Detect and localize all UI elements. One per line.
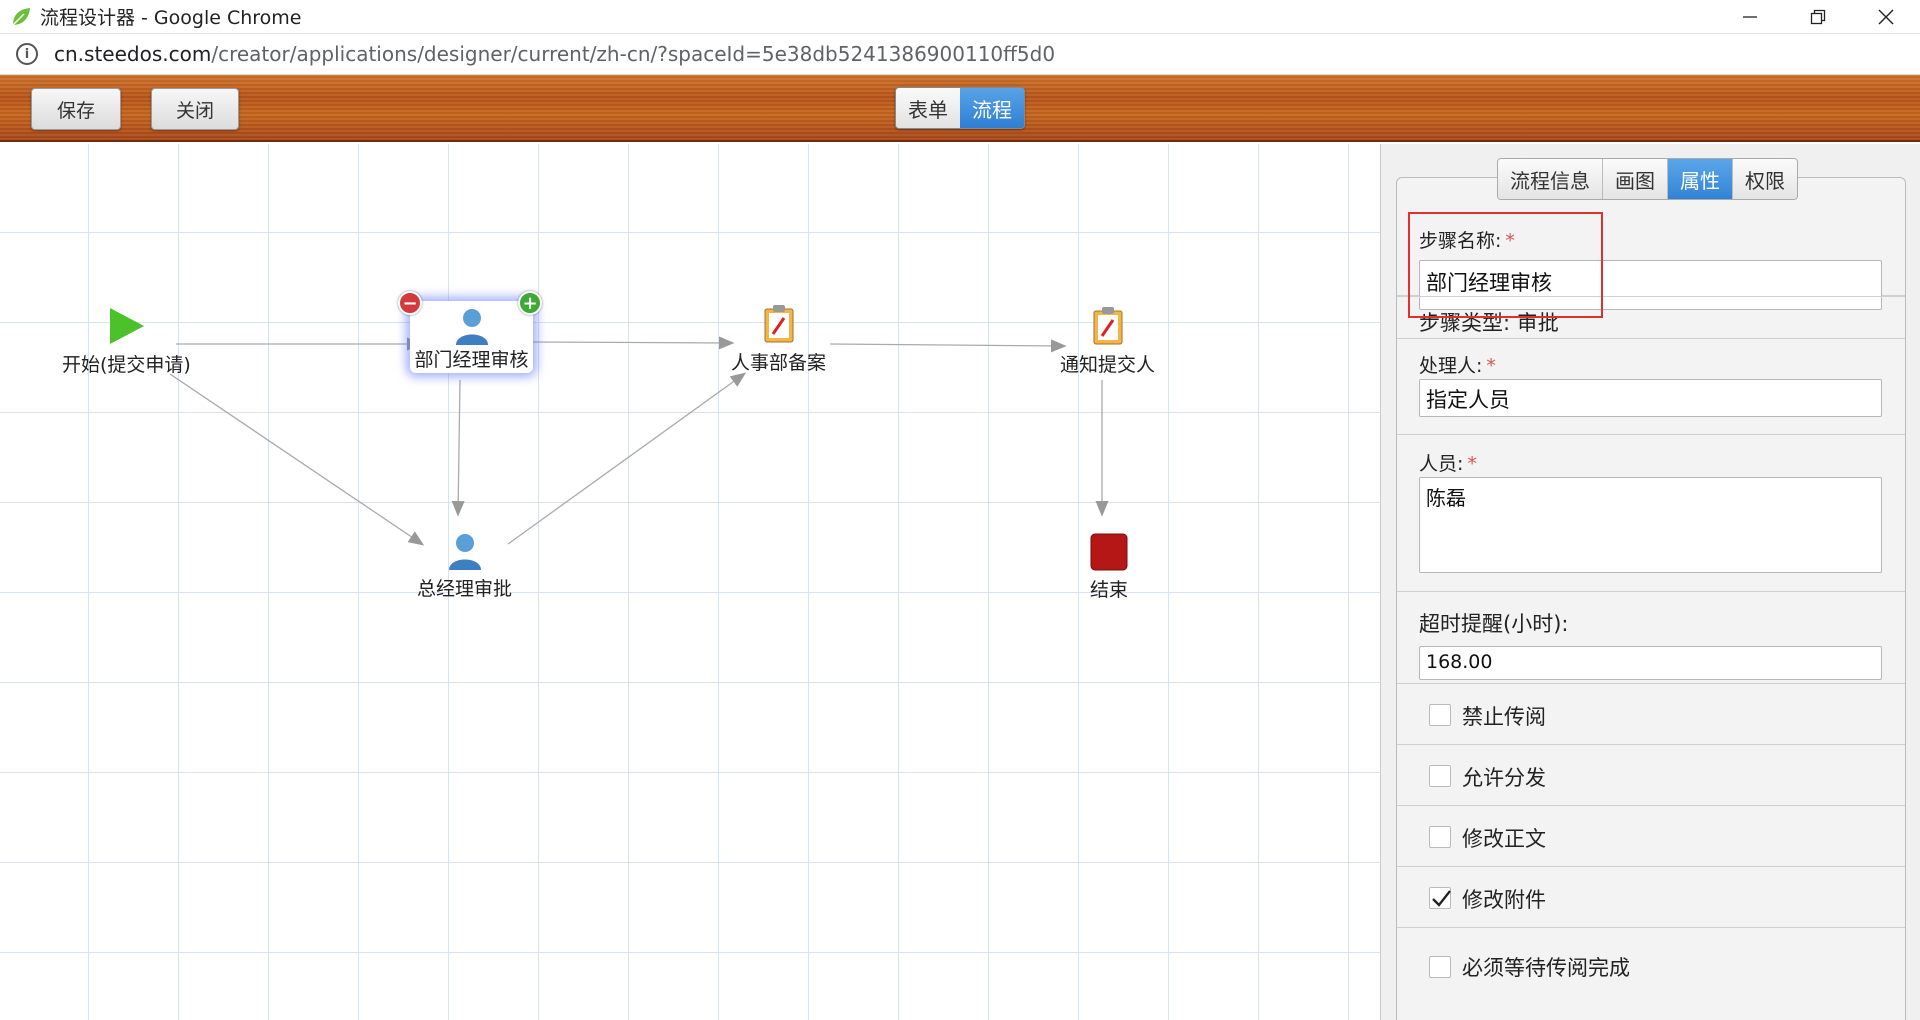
node-start-label: 开始(提交申请) [62,354,191,376]
flow-connections [169,336,1109,546]
window-controls [1716,0,1920,34]
save-button[interactable]: 保存 [31,88,121,130]
tab-flow[interactable]: 流程 [960,88,1024,128]
checkmark-icon [1432,890,1451,907]
highlight-box [1408,212,1603,318]
designer-toolbar: 保存 关闭 表单 流程 [0,75,1920,142]
play-icon [110,308,145,344]
url-path: /creator/applications/designer/current/z… [211,42,1056,66]
restore-button[interactable] [1784,0,1852,34]
node-end[interactable]: 结束 [1090,533,1128,602]
user-icon [448,534,481,570]
window-titlebar: 流程设计器 - Google Chrome [0,0,1920,34]
checkbox[interactable] [1429,826,1451,848]
handler-field: 处理人: * 指定人员 [1397,339,1905,435]
edge-start-gm[interactable] [169,373,425,546]
handler-label: 处理人: * [1419,355,1496,377]
checkbox[interactable] [1429,765,1451,787]
node-start[interactable]: 开始(提交申请) [62,306,191,377]
close-icon [1878,9,1894,25]
window-title: 流程设计器 - Google Chrome [40,7,302,29]
clipboard-icon [1093,307,1122,345]
edge-dept-gm[interactable] [451,379,465,517]
edge-dept-hr[interactable] [529,336,735,350]
check-edit-attachment[interactable]: 修改附件 [1397,867,1905,928]
edge-gm-hr[interactable] [507,372,747,545]
tab-form[interactable]: 表单 [896,88,960,128]
tab-permissions[interactable]: 权限 [1733,159,1797,199]
check-edit-body[interactable]: 修改正文 [1397,806,1905,867]
checkbox[interactable] [1429,956,1451,978]
node-hr-record[interactable]: 人事部备案 [731,304,826,375]
node-gm-approve[interactable]: 总经理审批 [417,532,512,601]
minimize-icon [1743,16,1757,18]
panel-tabs: 流程信息 画图 属性 权限 [1497,158,1798,200]
user-icon [455,309,488,345]
check-allow-distribute[interactable]: 允许分发 [1397,745,1905,806]
check-label: 修改正文 [1462,827,1546,851]
timeout-label: 超时提醒(小时): [1419,612,1569,636]
people-label: 人员: * [1419,453,1477,475]
leaf-icon [12,7,30,26]
remove-icon[interactable]: − [398,291,422,315]
tab-flow-info[interactable]: 流程信息 [1498,159,1603,199]
url-text[interactable]: cn.steedos.com/creator/applications/desi… [54,42,1055,66]
people-field: 人员: * 陈磊 [1397,435,1905,592]
info-icon[interactable]: i [16,43,38,65]
flow-canvas[interactable]: 开始(提交申请) 部门经理审核 − + 人事部备案 通知提交人 总经理审批 结束 [0,144,1380,1020]
add-icon[interactable]: + [518,291,542,315]
minimize-button[interactable] [1716,0,1784,34]
node-dept-manager[interactable]: 部门经理审核 − + [398,291,542,373]
handler-select[interactable]: 指定人员 [1419,379,1882,417]
check-label: 修改附件 [1462,888,1546,912]
tab-drawing[interactable]: 画图 [1603,159,1668,199]
timeout-field: 超时提醒(小时): 168.00 [1397,592,1905,684]
node-dept-manager-label: 部门经理审核 [414,349,529,371]
url-host: cn.steedos.com [54,42,212,66]
check-wait-circulate[interactable]: 必须等待传阅完成 [1397,928,1905,989]
timeout-input[interactable]: 168.00 [1419,646,1882,680]
node-gm-approve-label: 总经理审批 [417,578,513,600]
checkbox[interactable] [1429,704,1451,726]
checkbox-checked[interactable] [1429,887,1451,909]
check-no-circulate[interactable]: 禁止传阅 [1397,684,1905,745]
node-end-label: 结束 [1090,579,1129,601]
node-hr-record-label: 人事部备案 [731,352,827,374]
edge-hr-notify[interactable] [829,339,1067,353]
address-bar[interactable]: i cn.steedos.com/creator/applications/de… [0,34,1920,75]
close-window-button[interactable] [1852,0,1920,34]
stop-icon [1090,533,1128,571]
restore-icon [1810,9,1826,25]
node-notify[interactable]: 通知提交人 [1060,306,1155,377]
clipboard-icon [764,305,793,343]
mode-switch: 表单 流程 [895,87,1025,129]
people-input[interactable]: 陈磊 [1419,477,1882,573]
node-notify-label: 通知提交人 [1060,354,1156,376]
check-label: 禁止传阅 [1462,705,1546,729]
check-label: 必须等待传阅完成 [1462,956,1630,980]
check-label: 允许分发 [1462,766,1546,790]
tab-properties[interactable]: 属性 [1668,159,1733,199]
close-button[interactable]: 关闭 [151,88,239,130]
